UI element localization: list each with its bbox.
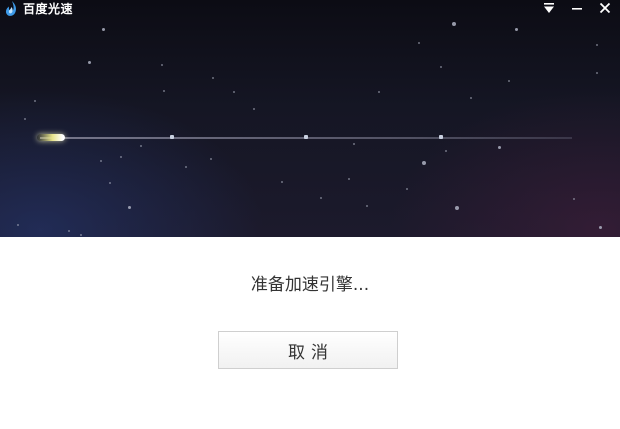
star <box>452 22 456 26</box>
star <box>17 224 19 226</box>
app-title: 百度光速 <box>23 2 74 16</box>
star <box>102 28 105 31</box>
cancel-button[interactable]: 取消 <box>218 331 398 369</box>
star <box>253 108 255 110</box>
progress-node <box>304 135 308 139</box>
minimize-icon[interactable] <box>566 0 588 16</box>
star <box>455 206 459 210</box>
star <box>422 161 426 165</box>
star <box>34 100 36 102</box>
progress-node <box>439 135 443 139</box>
star <box>88 61 91 64</box>
star <box>573 198 575 200</box>
starfield-banner: 百度光速 <box>0 0 620 237</box>
star <box>353 143 355 145</box>
star <box>80 234 82 236</box>
star <box>596 72 598 74</box>
star <box>378 91 380 93</box>
star <box>109 182 111 184</box>
star <box>140 145 142 147</box>
star <box>161 64 163 66</box>
close-icon[interactable] <box>594 0 616 16</box>
star <box>596 44 598 46</box>
star <box>210 158 212 160</box>
app-window: 百度光速 准备加速引擎... 取消 <box>0 0 620 429</box>
star <box>440 66 442 68</box>
star <box>100 160 102 162</box>
dropdown-menu-icon[interactable] <box>538 0 560 16</box>
star <box>212 77 214 79</box>
star <box>163 90 165 92</box>
title-bar[interactable]: 百度光速 <box>0 0 620 18</box>
star <box>366 205 368 207</box>
progress-node <box>170 135 174 139</box>
star <box>599 226 602 229</box>
star <box>348 178 350 180</box>
star <box>233 91 235 93</box>
star <box>68 230 70 232</box>
status-message: 准备加速引擎... <box>250 275 370 295</box>
star <box>406 188 408 190</box>
star <box>418 42 420 44</box>
star <box>515 28 518 31</box>
meteor-progress-indicator <box>37 134 65 141</box>
star <box>498 146 501 149</box>
baidu-flame-icon <box>4 1 18 17</box>
star <box>120 156 122 158</box>
star <box>185 166 187 168</box>
star <box>320 197 322 199</box>
star <box>128 206 131 209</box>
star <box>508 80 510 82</box>
star <box>24 118 26 120</box>
star <box>445 150 447 152</box>
star <box>281 181 283 183</box>
star <box>470 97 472 99</box>
